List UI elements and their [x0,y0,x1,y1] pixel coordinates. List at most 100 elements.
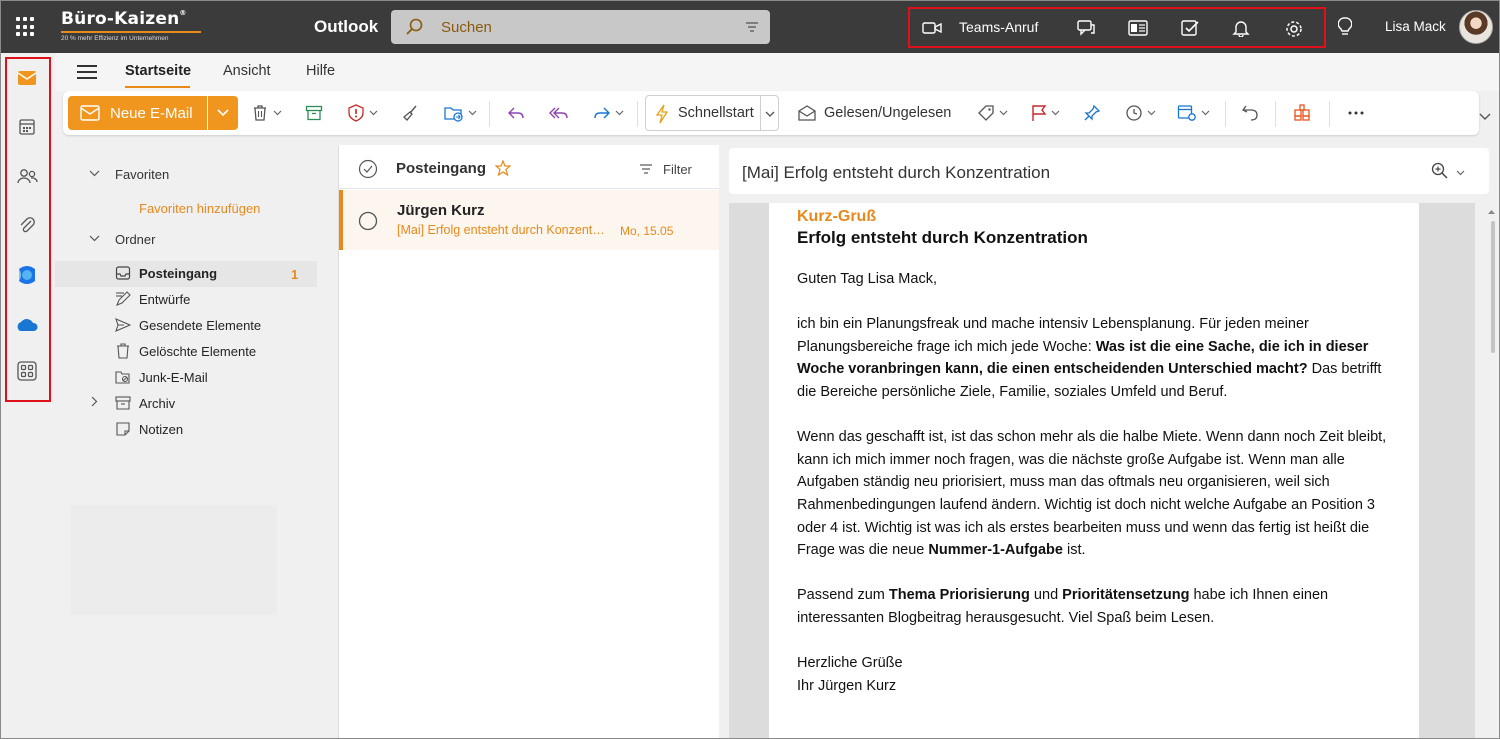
reply-all-icon [549,107,568,119]
calendar-icon[interactable] [15,115,39,139]
chevron-down-icon [1147,110,1156,116]
reply-icon [508,107,524,119]
office-icon[interactable] [15,263,39,287]
scroll-up-icon[interactable] [1487,209,1496,215]
search-input[interactable]: Suchen [441,19,492,36]
pin-button[interactable] [1083,103,1101,123]
folder-item-notizen[interactable]: Notizen [139,422,183,437]
chat-icon[interactable] [1076,19,1096,37]
flag-button[interactable] [1031,103,1060,123]
categorize-button[interactable] [977,103,1008,123]
chevron-down-icon [999,110,1008,116]
tab-hilfe[interactable]: Hilfe [306,63,335,79]
folder-item-entwuerfe[interactable]: Entwürfe [139,292,190,307]
rules-button[interactable] [1177,103,1210,123]
video-icon[interactable] [922,20,942,36]
clock-icon [1126,105,1142,121]
filter-icon[interactable] [639,163,653,175]
scrollbar-thumb[interactable] [1491,221,1495,353]
folder-item-gesendete[interactable]: Gesendete Elemente [139,318,261,333]
folder-item-junk[interactable]: Junk-E-Mail [139,370,208,385]
chevron-down-icon [1051,110,1060,116]
folder-item-archiv[interactable]: Archiv [139,396,175,411]
teams-call-button[interactable]: Teams-Anruf [959,19,1038,35]
tab-ansicht[interactable]: Ansicht [223,63,271,79]
more-options-button[interactable] [1347,103,1365,123]
toolbar-divider [1329,101,1330,127]
undo-button[interactable] [1241,103,1259,123]
outlook-window: Büro-Kaizen® 20 % mehr Effizienz im Unte… [0,0,1500,739]
filter-button[interactable]: Filter [663,162,692,177]
addins-button[interactable] [1293,103,1311,123]
archive-button[interactable] [305,103,323,123]
forward-button[interactable] [593,103,624,123]
sweep-button[interactable] [401,103,419,123]
notes-icon[interactable] [1128,19,1148,37]
reply-all-button[interactable] [549,103,569,123]
read-unread-button[interactable]: Gelesen/Ungelesen [797,103,951,123]
avatar[interactable] [1459,10,1493,44]
gear-icon[interactable] [1284,19,1304,39]
user-name[interactable]: Lisa Mack [1385,19,1446,34]
reading-pane: [Mai] Erfolg entsteht durch Konzentratio… [719,145,1499,738]
snooze-button[interactable] [1125,103,1156,123]
chevron-down-icon [369,110,378,116]
chevron-right-icon[interactable] [91,396,98,407]
app-name[interactable]: Outlook [314,17,378,37]
message-list: Posteingang Filter Jürgen Kurz [Mai] Erf… [338,145,720,738]
search-filter-icon[interactable] [744,19,760,35]
flag-icon [1032,105,1047,121]
inbox-title[interactable]: Posteingang [396,160,486,177]
star-icon[interactable] [495,160,511,176]
ribbon-expand-icon[interactable] [1479,113,1491,121]
mail-heading: Erfolg entsteht durch Konzentration [797,228,1088,247]
shield-icon [348,104,364,122]
delete-button[interactable] [251,103,282,123]
search-box[interactable]: Suchen [391,10,770,44]
new-mail-dropdown[interactable] [208,96,238,130]
favorites-header[interactable]: Favoriten [115,167,169,182]
attachment-icon[interactable] [15,213,39,237]
mail-icon[interactable] [15,66,39,90]
toolbar-divider [1275,101,1276,127]
lightbulb-icon[interactable] [1338,17,1352,37]
brand-logo[interactable]: Büro-Kaizen® 20 % mehr Effizienz im Unte… [61,9,201,42]
mail-paragraph: Wenn das geschafft ist, ist das schon me… [797,429,1387,559]
bell-icon[interactable] [1232,19,1250,37]
app-launcher-icon[interactable] [16,17,36,37]
chevron-down-icon [615,110,624,116]
apps-icon[interactable] [15,359,39,383]
zoom-button[interactable] [1431,162,1465,183]
message-date: Mo, 15.05 [620,224,674,238]
zoom-icon [1432,162,1448,179]
junk-icon [115,371,130,384]
reply-button[interactable] [507,103,525,123]
select-all-checkbox-icon[interactable] [358,159,378,179]
people-icon[interactable] [15,164,39,188]
envelope-open-icon [798,105,816,121]
quickstart-label: Schnellstart [678,105,754,121]
list-item[interactable]: Jürgen Kurz [Mai] Erfolg entsteht durch … [339,190,719,250]
select-message-checkbox-icon[interactable] [358,211,378,231]
ribbon-toolbar: Neue E-Mail Schnellstart Gelesen/Ungeles… [63,91,1479,135]
top-actions-highlight: Teams-Anruf [908,7,1326,48]
quickstart-button[interactable]: Schnellstart [645,95,779,131]
move-to-button[interactable] [444,103,477,123]
mail-kicker: Kurz-Gruß [797,208,877,225]
todo-icon[interactable] [1180,19,1200,37]
mail-paragraph: ich bin ein Planungsfreak und mache inte… [797,316,1382,400]
report-button[interactable] [347,103,378,123]
onedrive-icon[interactable] [15,313,39,337]
add-favorites-link[interactable]: Favoriten hinzufügen [139,201,260,216]
chevron-down-icon[interactable] [89,170,100,177]
inbox-icon [115,266,131,280]
new-mail-button[interactable]: Neue E-Mail [68,96,207,130]
draft-icon [116,291,131,306]
brand-underline [61,31,201,33]
menu-icon[interactable] [77,65,97,79]
tab-startseite[interactable]: Startseite [125,63,191,79]
message-list-header: Posteingang Filter [339,145,720,189]
folders-header[interactable]: Ordner [115,232,155,247]
chevron-down-icon[interactable] [89,235,100,242]
folder-item-geloeschte[interactable]: Gelöschte Elemente [139,344,256,359]
